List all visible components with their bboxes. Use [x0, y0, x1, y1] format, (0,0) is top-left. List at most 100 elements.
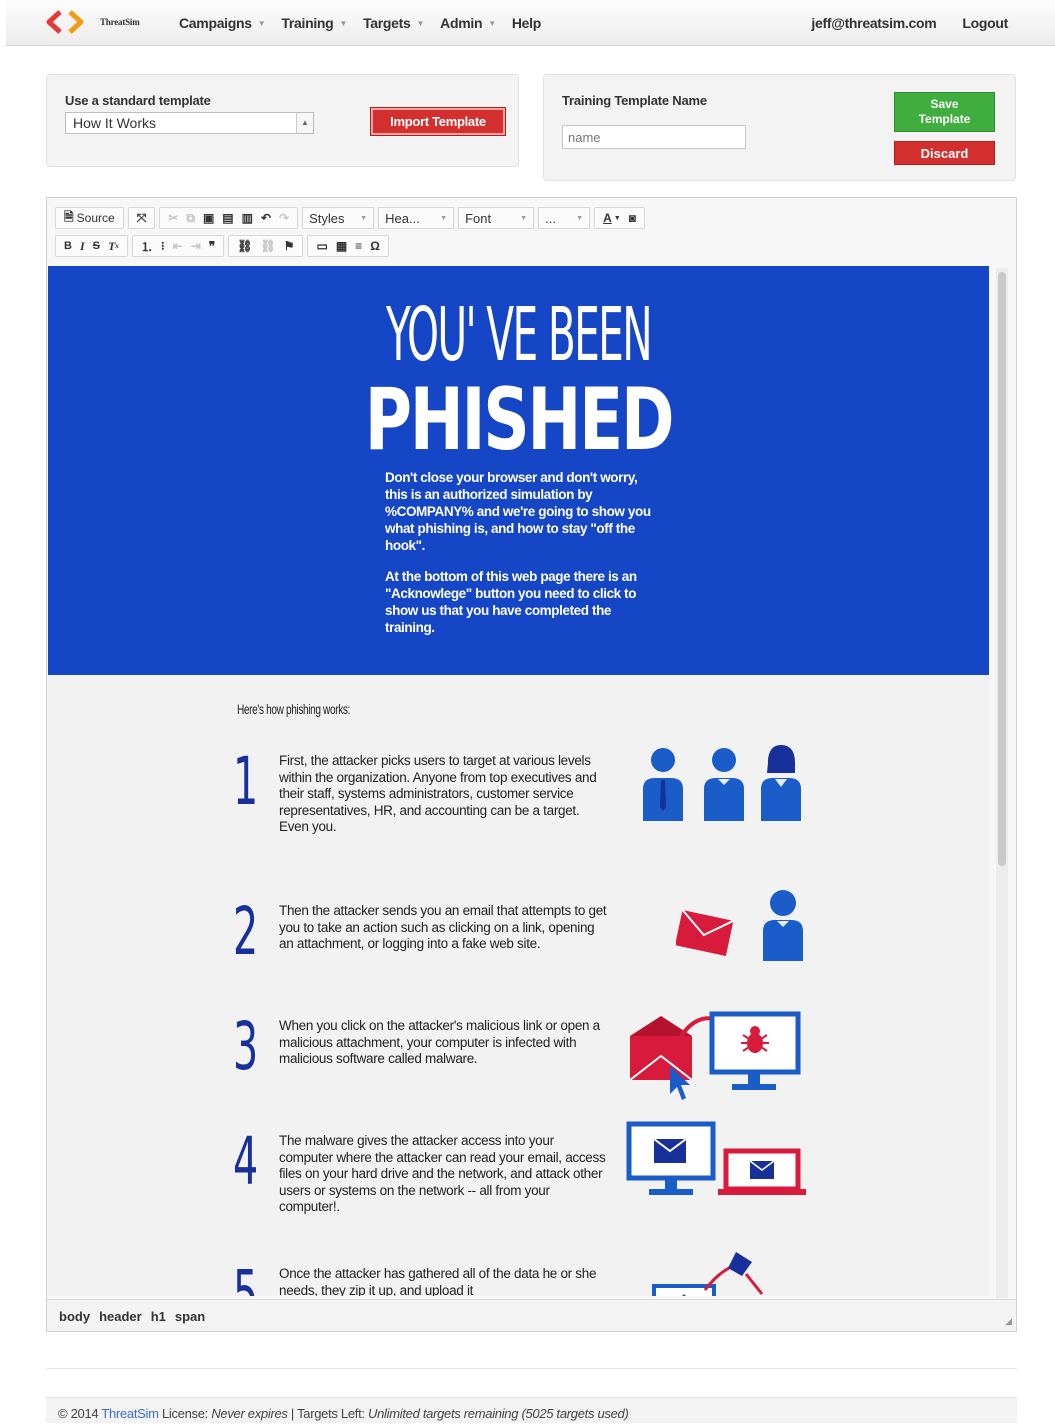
main-menu: Campaigns ▼ Training ▼ Targets ▼ Admin ▼ Hel…: [179, 15, 557, 31]
nav-targets[interactable]: Targets ▼: [363, 15, 424, 31]
unlink-icon[interactable]: ⛓: [256, 239, 279, 253]
path-span[interactable]: span: [175, 1309, 205, 1324]
step-5: 5 Once the attacker has gathered all of …: [233, 1252, 833, 1296]
copyright-text: © 2014: [58, 1406, 99, 1421]
list-group: ⒈ ⁝ ⇤ ⇥ ❞: [131, 235, 225, 257]
step-number: 4: [233, 1123, 259, 1200]
brand-name: ThreatSim: [100, 17, 140, 27]
remove-format-icon[interactable]: Tx: [104, 239, 123, 254]
page-footer: © 2014 ThreatSim License: Never expires …: [46, 1397, 1017, 1423]
basic-styles-group: B I S Tx: [55, 235, 128, 257]
hero-title-line1: YOU' VE BEEN: [385, 292, 653, 378]
copy-icon[interactable]: ⧉: [182, 211, 199, 226]
user-email-link[interactable]: jeff@threatsim.com: [811, 15, 936, 31]
paste-text-icon[interactable]: ▤: [218, 211, 237, 225]
step-2: 2 Then the attacker sends you an email t…: [233, 890, 833, 993]
element-path: body header h1 span: [59, 1309, 214, 1324]
import-template-button[interactable]: Import Template: [370, 107, 506, 136]
color-group: A ▼ ◙: [594, 207, 645, 229]
chevron-down-icon: ▼: [257, 18, 266, 28]
image-icon[interactable]: ▭: [312, 239, 331, 253]
anchor-flag-icon[interactable]: ⚑: [280, 239, 299, 253]
chevron-down-icon: ▼: [613, 214, 621, 222]
chevron-down-icon: ▲: [296, 113, 313, 133]
strikethrough-icon[interactable]: S: [89, 240, 104, 252]
chevron-down-icon: ▼: [360, 214, 368, 222]
path-h1[interactable]: h1: [151, 1309, 166, 1324]
document-icon: 🗎: [64, 209, 74, 224]
license-value: Never expires: [211, 1406, 288, 1421]
chevron-down-icon: ▼: [339, 18, 348, 28]
clipboard-group: ✂ ⧉ ▣ ▤ ▥ ↶ ↷: [159, 207, 299, 229]
step-text: First, the attacker picks users to targe…: [279, 753, 597, 834]
styles-combo[interactable]: Styles ▼: [302, 207, 375, 229]
path-body[interactable]: body: [59, 1309, 90, 1324]
editor-content-area[interactable]: YOU' VE BEEN PHISHED Don't close your br…: [48, 266, 989, 1296]
hero-paragraph-1: Don't close your browser and don't worry…: [385, 470, 651, 553]
paste-word-icon[interactable]: ▥: [238, 211, 257, 225]
maximize-group: ⤧: [127, 207, 156, 229]
step-number: 3: [233, 1008, 259, 1085]
bulleted-list-icon[interactable]: ⁝: [157, 239, 169, 253]
data-upload-icon: [652, 1252, 764, 1296]
step-4: 4 The malware gives the attacker access …: [233, 1121, 833, 1233]
bg-color-icon[interactable]: ◙: [625, 211, 640, 225]
indent-icon[interactable]: ⇥: [187, 239, 205, 253]
save-template-button[interactable]: Save Template: [894, 92, 995, 132]
chevron-down-icon: ▼: [520, 214, 528, 222]
hero-title-line2: PHISHED: [364, 370, 675, 470]
nav-admin[interactable]: Admin ▼: [440, 15, 496, 31]
size-combo[interactable]: ... ▼: [538, 207, 591, 229]
editor-status-bar: body header h1 span ◢: [47, 1299, 1016, 1331]
discard-button[interactable]: Discard: [894, 141, 995, 165]
chevron-down-icon: ▼: [576, 214, 584, 222]
template-select-value: How It Works: [73, 115, 156, 131]
paste-icon[interactable]: ▣: [199, 211, 218, 225]
targets-label: Targets Left:: [297, 1406, 365, 1421]
blockquote-icon[interactable]: ❞: [205, 239, 219, 253]
special-char-icon[interactable]: Ω: [366, 239, 384, 253]
threatsim-logo[interactable]: ThreatSim: [46, 9, 140, 35]
template-name-panel: Training Template Name Save Template Dis…: [543, 74, 1016, 181]
step-text: The malware gives the attacker access in…: [279, 1133, 606, 1214]
step-3: 3 When you click on the attacker's malic…: [233, 1011, 833, 1118]
step-number: 5: [233, 1256, 259, 1297]
path-header[interactable]: header: [99, 1309, 142, 1324]
template-select[interactable]: How It Works ▲: [65, 112, 314, 134]
heading-combo[interactable]: Hea... ▼: [378, 207, 455, 229]
bold-icon[interactable]: B: [60, 240, 76, 252]
toolbar-row-1: 🗎 Source ⤧ ✂ ⧉ ▣ ▤ ▥ ↶ ↷ Styles ▼ Hea... ▼ …: [55, 206, 649, 230]
scrollbar-thumb[interactable]: [998, 272, 1006, 866]
link-group: ⛓ ⛓ ⚑: [228, 235, 304, 257]
table-icon[interactable]: ▦: [332, 239, 351, 253]
link-icon[interactable]: ⛓: [233, 239, 256, 253]
horizontal-rule-icon[interactable]: ≡: [351, 239, 366, 253]
maximize-icon[interactable]: ⤧: [133, 211, 151, 226]
numbered-list-icon[interactable]: ⒈: [137, 238, 157, 255]
top-navbar: ThreatSim Campaigns ▼ Training ▼ Targets ▼ …: [6, 0, 1055, 46]
cut-icon[interactable]: ✂: [164, 211, 182, 225]
resize-grip-icon[interactable]: ◢: [1005, 1316, 1012, 1327]
standard-template-label: Use a standard template: [65, 93, 211, 108]
license-label: License:: [161, 1406, 208, 1421]
company-link[interactable]: ThreatSim: [101, 1406, 159, 1421]
step-1: 1 First, the attacker picks users to tar…: [233, 745, 833, 863]
step-text: Once the attacker has gathered all of th…: [279, 1266, 597, 1296]
nav-help[interactable]: Help: [512, 15, 541, 31]
redo-icon[interactable]: ↷: [275, 211, 293, 225]
template-name-label: Training Template Name: [562, 93, 707, 108]
phishing-email-icon: [676, 890, 803, 961]
outdent-icon[interactable]: ⇤: [169, 239, 187, 253]
nav-campaigns[interactable]: Campaigns ▼: [179, 15, 266, 31]
font-combo[interactable]: Font ▼: [458, 207, 535, 229]
content-scrollbar[interactable]: [996, 268, 1008, 1298]
italic-icon[interactable]: I: [76, 239, 89, 254]
logout-link[interactable]: Logout: [962, 15, 1008, 31]
text-color-button[interactable]: A ▼: [599, 211, 625, 225]
template-name-input[interactable]: [562, 125, 746, 149]
nav-training[interactable]: Training ▼: [281, 15, 347, 31]
toolbar-row-2: B I S Tx ⒈ ⁝ ⇤ ⇥ ❞ ⛓ ⛓ ⚑ ▭ ▦ ≡ Ω: [55, 234, 393, 258]
source-button[interactable]: 🗎 Source: [60, 208, 119, 229]
undo-icon[interactable]: ↶: [257, 211, 275, 225]
logo-mark-icon: [46, 10, 84, 34]
